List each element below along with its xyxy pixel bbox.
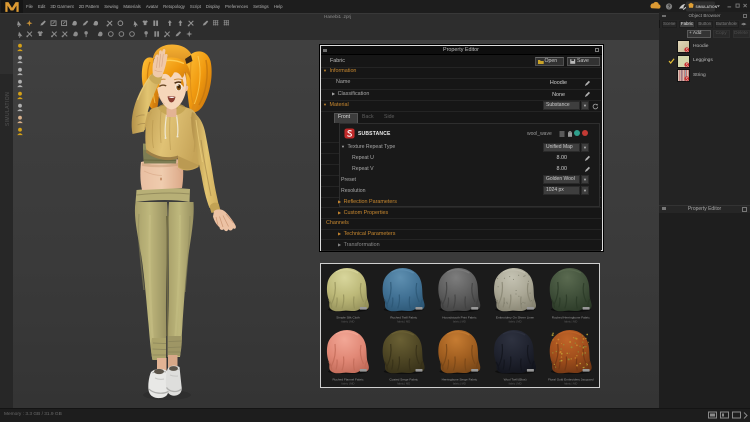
svg-text:Coated Serge Fabric: Coated Serge Fabric xyxy=(389,377,418,381)
svg-text:Simple Silk Cloth: Simple Silk Cloth xyxy=(336,315,360,319)
svg-text:Floral Gold Embroidery Jacquar: Floral Gold Embroidery Jacquard xyxy=(548,377,594,381)
svg-text:Embroidery On Sheer Linen: Embroidery On Sheer Linen xyxy=(496,315,535,319)
svg-text:fabric | MD: fabric | MD xyxy=(509,320,522,324)
svg-text:Ruched Twill Fabric: Ruched Twill Fabric xyxy=(390,315,417,319)
svg-text:Houndstooth Print Fabric: Houndstooth Print Fabric xyxy=(442,315,477,319)
svg-text:fabric | MD: fabric | MD xyxy=(453,320,466,324)
svg-text:fabric | MD: fabric | MD xyxy=(397,382,410,386)
svg-text:fabric | MD: fabric | MD xyxy=(509,382,522,386)
svg-text:Herringbone Serge Fabric: Herringbone Serge Fabric xyxy=(442,377,478,381)
svg-text:fabric | MD: fabric | MD xyxy=(342,320,355,324)
svg-text:fabric | MD: fabric | MD xyxy=(453,382,466,386)
svg-text:fabric | MD: fabric | MD xyxy=(342,382,355,386)
svg-text:Ruched Flannel Fabric: Ruched Flannel Fabric xyxy=(332,377,364,381)
svg-text:fabric | MD: fabric | MD xyxy=(564,382,577,386)
svg-text:Ruched Herringbone Fabric: Ruched Herringbone Fabric xyxy=(552,315,590,319)
svg-text:Wool Twill (Blue): Wool Twill (Blue) xyxy=(504,377,527,381)
svg-text:fabric | MD: fabric | MD xyxy=(397,320,410,324)
svg-text:fabric | MD: fabric | MD xyxy=(564,320,577,324)
